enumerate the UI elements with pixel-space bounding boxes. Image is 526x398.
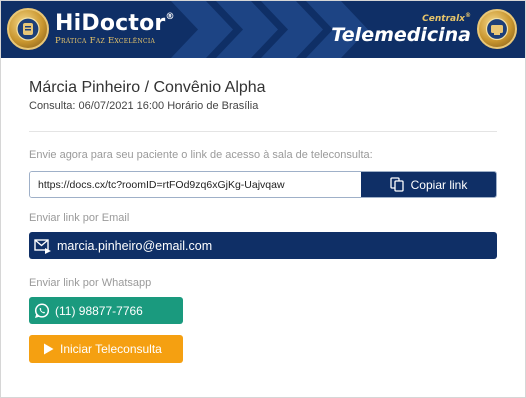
product-title: Telemedicina — [331, 24, 471, 46]
whatsapp-section-label: Enviar link por Whatsapp — [29, 277, 152, 289]
logo-tagline: Prática Faz Excelência — [55, 35, 156, 46]
logo-title: HiDoctor® — [55, 10, 175, 36]
telemedicine-dialog: HiDoctor® Prática Faz Excelência Central… — [0, 0, 526, 398]
start-teleconsult-button[interactable]: Iniciar Teleconsulta — [29, 335, 183, 363]
link-field-group: Copiar link — [29, 171, 497, 198]
telemedicina-emblem-icon — [477, 9, 517, 49]
start-teleconsult-label: Iniciar Teleconsulta — [60, 342, 162, 356]
email-send-icon — [34, 238, 51, 254]
send-whatsapp-button[interactable]: (11) 98877-7766 — [29, 297, 183, 324]
header-banner: HiDoctor® Prática Faz Excelência Central… — [1, 1, 525, 58]
telemedicina-logo: Centralx® Telemedicina — [331, 7, 517, 51]
play-icon — [44, 343, 54, 355]
hidoctor-emblem-icon — [7, 8, 49, 50]
divider — [29, 131, 497, 132]
centralx-brand: Centralx® — [422, 12, 471, 24]
email-section-label: Enviar link por Email — [29, 212, 130, 224]
whatsapp-icon — [34, 303, 50, 318]
link-section-label: Envie agora para seu paciente o link de … — [29, 149, 373, 161]
patient-phone: (11) 98877-7766 — [55, 303, 143, 318]
copy-link-button[interactable]: Copiar link — [361, 172, 496, 197]
copy-icon — [389, 177, 404, 192]
patient-name: Márcia Pinheiro / Convênio Alpha — [29, 79, 266, 96]
hidoctor-logo: HiDoctor® Prática Faz Excelência — [7, 7, 175, 51]
copy-link-label: Copiar link — [410, 177, 468, 192]
teleconsult-link-input[interactable] — [30, 172, 361, 197]
consultation-datetime: Consulta: 06/07/2021 16:00 Horário de Br… — [29, 100, 259, 112]
send-email-button[interactable]: marcia.pinheiro@email.com — [29, 232, 497, 259]
patient-email: marcia.pinheiro@email.com — [57, 238, 213, 253]
